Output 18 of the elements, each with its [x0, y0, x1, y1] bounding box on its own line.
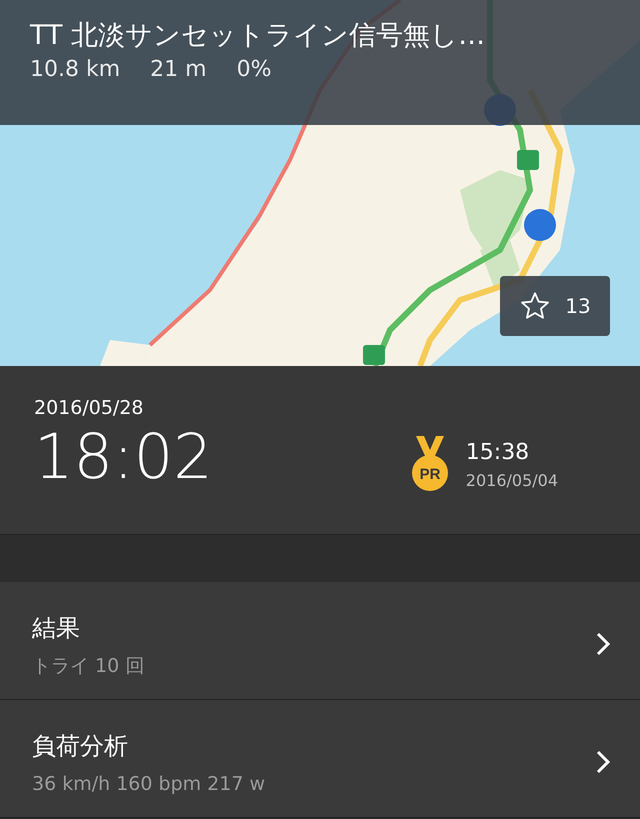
menu-row[interactable]: 結果 トライ 10 回 — [0, 582, 640, 700]
row-title: 結果 — [32, 613, 81, 644]
favorite-button[interactable]: 13 — [500, 276, 610, 336]
chevron-icon — [596, 750, 610, 774]
stat-value: 21 m — [150, 56, 207, 84]
segment-title: TT 北淡サンセットライン信号無し… — [30, 19, 486, 53]
pr-time: 15:38 — [466, 439, 530, 467]
row-title: 負荷分析 — [32, 731, 129, 762]
effort-time: 18:02 — [34, 422, 214, 491]
pr-label: PR — [419, 466, 440, 483]
stat-value: 0% — [236, 56, 272, 84]
stat-value: 10.8 km — [30, 56, 120, 84]
pr-date: 2016/05/04 — [466, 470, 558, 492]
chevron-icon — [596, 632, 610, 656]
row-subtitle: 36 km/h 160 bpm 217 w — [32, 772, 266, 797]
effort-date: 2016/05/28 — [34, 396, 145, 421]
row-subtitle: トライ 10 回 — [32, 654, 146, 679]
menu-row[interactable]: 負荷分析 36 km/h 160 bpm 217 w — [0, 700, 640, 818]
